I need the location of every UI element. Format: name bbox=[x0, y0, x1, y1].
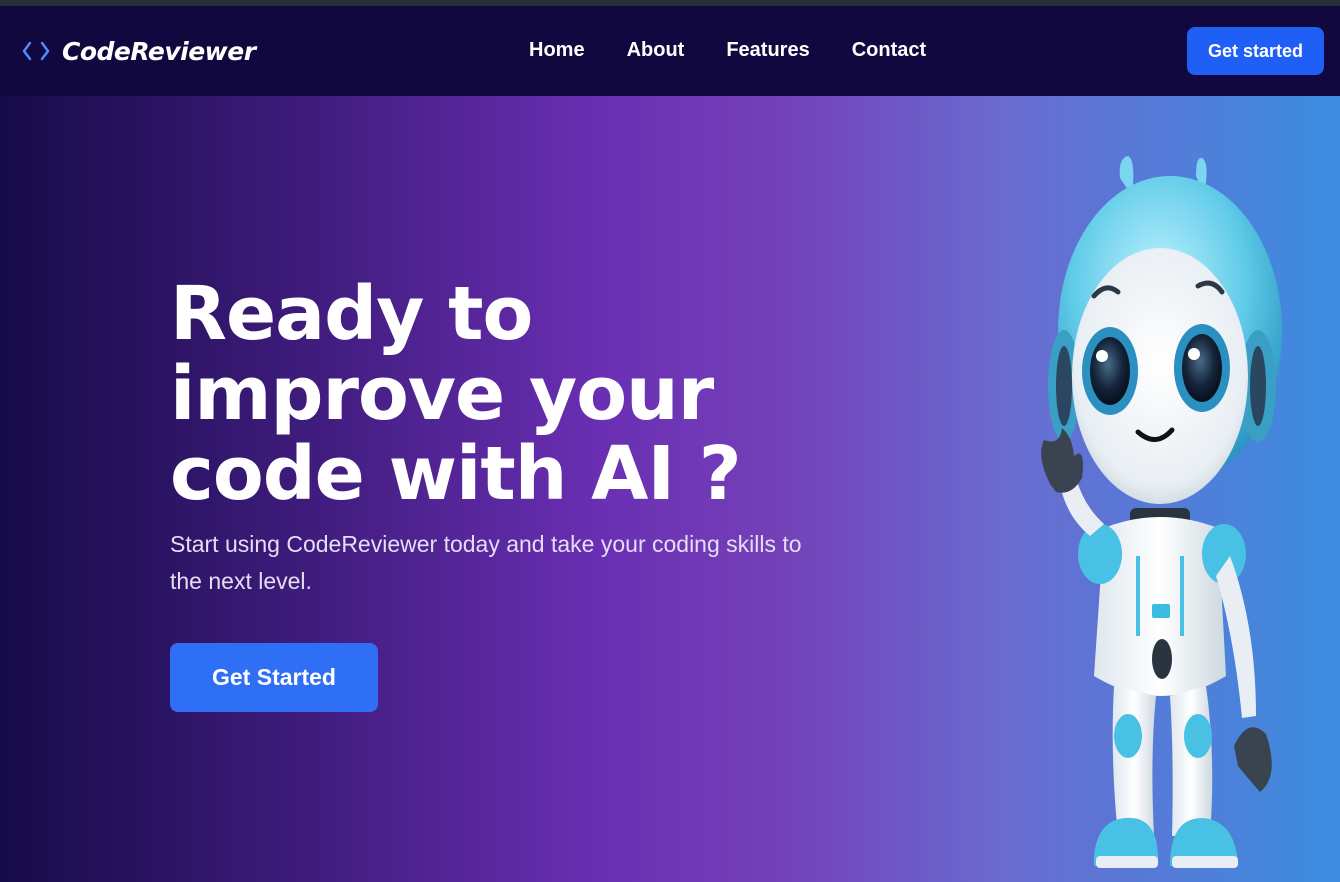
nav-features-link[interactable]: Features bbox=[726, 39, 809, 62]
robot-mascot-illustration bbox=[1041, 156, 1282, 868]
navbar: CodeReviewer Home About Features Contact… bbox=[0, 6, 1340, 96]
get-started-nav-button[interactable]: Get started bbox=[1187, 27, 1324, 75]
nav-about-link[interactable]: About bbox=[627, 39, 685, 62]
brand-name: CodeReviewer bbox=[62, 36, 256, 66]
code-brackets-icon bbox=[22, 41, 50, 61]
nav-links: Home About Features Contact bbox=[529, 39, 968, 62]
hero-subtitle: Start using CodeReviewer today and take … bbox=[170, 531, 802, 594]
logo[interactable]: CodeReviewer bbox=[22, 36, 256, 66]
nav-home-link[interactable]: Home bbox=[529, 39, 585, 62]
hero-headline: Ready to improve your code with AI ? bbox=[170, 271, 742, 517]
hero-section: Ready to improve your code with AI ? Sta… bbox=[0, 96, 1340, 882]
get-started-hero-button[interactable]: Get Started bbox=[170, 643, 378, 712]
nav-contact-link[interactable]: Contact bbox=[852, 39, 926, 62]
